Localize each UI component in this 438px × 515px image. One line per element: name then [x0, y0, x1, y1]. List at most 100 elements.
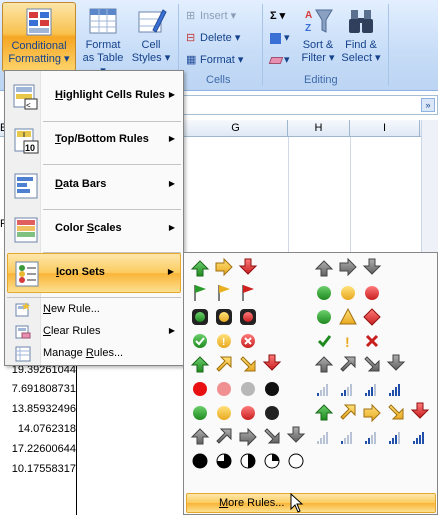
cell-value[interactable]: 7.691808731	[0, 381, 76, 398]
svg-text:!: !	[222, 337, 225, 348]
submenu-arrow-icon: ▶	[168, 90, 175, 99]
cf-label-2: Formatting ▾	[8, 53, 70, 65]
cell-value[interactable]: 17.22600644	[0, 441, 76, 458]
formula-bar[interactable]: »	[180, 95, 438, 115]
cell-value[interactable]: 13.85932496	[0, 401, 76, 418]
icon-set-3-arrows-gray[interactable]	[314, 257, 382, 277]
icon-set-5-arrows-gray[interactable]	[190, 426, 306, 447]
icon-sets-gallery: ! ! More Rules...	[183, 252, 438, 515]
format-as-table-button[interactable]: Format as Table ▾	[80, 2, 126, 77]
more-rules-button[interactable]: More Rules...	[186, 493, 436, 513]
fill-icon	[270, 32, 281, 44]
find-select-label-2: Select ▾	[341, 52, 381, 64]
menu-item-label: Color Scales	[55, 222, 122, 234]
cell-value[interactable]: 10.17558317	[0, 461, 76, 478]
insert-button[interactable]: ⊞ Insert ▾	[186, 7, 236, 25]
submenu-arrow-icon: ▶	[167, 267, 174, 276]
color-scales-icon	[13, 217, 39, 243]
fill-button[interactable]: ▾	[270, 29, 290, 47]
submenu-arrow-icon: ▶	[168, 223, 175, 232]
highlight-cells-icon: <	[13, 84, 39, 110]
column-header-g[interactable]: G	[184, 120, 288, 137]
icon-set-3-traffic-lights-unrimmed[interactable]	[317, 286, 379, 300]
column-header-i[interactable]: I	[350, 120, 420, 137]
sort-filter-label-2: Filter ▾	[301, 52, 335, 64]
cf-label-1: Conditional	[11, 40, 67, 52]
icon-sets-icon	[14, 261, 40, 287]
icon-set-3-symbols-circled[interactable]: !	[193, 334, 255, 348]
format-icon: ▦	[186, 54, 197, 66]
new-rule-icon	[15, 302, 31, 318]
menu-item-label: Icon Sets	[56, 266, 105, 278]
expand-formula-bar-icon[interactable]: »	[421, 98, 435, 112]
cs-label-1: Cell	[141, 39, 161, 51]
submenu-arrow-icon: ▶	[168, 134, 175, 143]
sort-filter-label-1: Sort &	[302, 39, 334, 51]
top-bottom-icon: 10	[13, 128, 39, 154]
svg-text:10: 10	[25, 143, 35, 153]
icon-set-4-arrows-colored[interactable]	[190, 354, 282, 373]
cells-group-label: Cells	[206, 74, 231, 86]
svg-text:Z: Z	[305, 23, 311, 34]
icon-set-3-signs[interactable]	[317, 307, 381, 326]
menu-item-clear-rules[interactable]: Clear Rules ▶	[7, 321, 181, 343]
cs-label-2: Styles ▾	[131, 52, 171, 64]
menu-separator	[43, 164, 181, 165]
menu-separator	[7, 297, 181, 298]
editing-group-label: Editing	[304, 74, 338, 86]
group-separator	[388, 4, 389, 86]
submenu-arrow-icon: ▶	[168, 326, 175, 335]
svg-text:!: !	[345, 334, 350, 350]
sort-filter-icon: AZ	[302, 6, 334, 36]
clear-button[interactable]: ▾	[268, 51, 290, 69]
icon-sets-grid: ! !	[190, 257, 430, 469]
cell-styles-button[interactable]: Cell Styles ▾	[128, 2, 174, 72]
conditional-formatting-button[interactable]: Conditional Formatting ▾	[2, 2, 76, 72]
menu-item-label: Manage Rules...	[43, 347, 124, 359]
fill-label: ▾	[284, 32, 290, 44]
more-rules-label: More Rules...	[219, 497, 285, 509]
group-separator	[262, 4, 263, 86]
icon-set-red-to-black[interactable]	[193, 382, 279, 396]
menu-item-data-bars[interactable]: Data Bars ▶	[7, 166, 181, 206]
format-as-table-icon	[87, 6, 119, 36]
menu-item-manage-rules[interactable]: Manage Rules...	[7, 343, 181, 365]
menu-item-color-scales[interactable]: Color Scales ▶	[7, 210, 181, 250]
menu-item-icon-sets[interactable]: Icon Sets ▶	[7, 253, 181, 293]
menu-item-highlight-cells-rules[interactable]: < Highlight Cells Rules ▶	[7, 77, 181, 117]
column-header-h[interactable]: H	[288, 120, 350, 137]
icon-set-4-arrows-gray[interactable]	[314, 354, 406, 373]
icon-set-3-flags[interactable]	[194, 285, 254, 301]
sort-filter-button[interactable]: AZ Sort & Filter ▾	[296, 2, 340, 72]
manage-rules-icon	[15, 346, 31, 362]
icon-set-5-arrows-colored[interactable]	[314, 402, 430, 423]
delete-button[interactable]: ⊟ Delete ▾	[186, 29, 240, 47]
icon-set-5-quarters[interactable]	[192, 453, 304, 469]
format-button[interactable]: ▦ Format ▾	[186, 51, 243, 69]
mouse-cursor-icon	[290, 493, 304, 513]
icon-set-4-ratings[interactable]	[317, 384, 400, 396]
menu-item-label: Clear Rules	[43, 325, 101, 337]
conditional-formatting-menu: < Highlight Cells Rules ▶ 10 Top/Bottom …	[4, 70, 184, 366]
find-select-label-1: Find &	[345, 39, 377, 51]
find-select-button[interactable]: Find & Select ▾	[338, 2, 384, 72]
menu-item-label: New Rule...	[43, 303, 100, 315]
icon-set-3-symbols-uncircled[interactable]: !	[317, 334, 379, 350]
delete-label: Delete ▾	[200, 32, 241, 44]
menu-item-top-bottom-rules[interactable]: 10 Top/Bottom Rules ▶	[7, 121, 181, 161]
submenu-arrow-icon: ▶	[168, 179, 175, 188]
icon-set-3-traffic-lights-rimmed[interactable]	[192, 309, 256, 325]
svg-text:A: A	[305, 10, 312, 21]
menu-item-new-rule[interactable]: New Rule...	[7, 299, 181, 321]
format-label: Format ▾	[200, 54, 244, 66]
autosum-button[interactable]: Σ ▾	[270, 7, 285, 25]
menu-item-label: Highlight Cells Rules	[55, 89, 166, 101]
menu-item-label: Data Bars	[55, 178, 107, 190]
icon-set-3-arrows-colored[interactable]	[190, 257, 258, 277]
icon-set-5-ratings[interactable]	[317, 432, 424, 444]
menu-item-label: Top/Bottom Rules	[55, 133, 149, 145]
icon-set-4-traffic-lights[interactable]	[193, 406, 279, 420]
data-bars-icon	[13, 173, 39, 199]
cell-value[interactable]: 14.0762318	[0, 421, 76, 438]
autosum-label: Σ ▾	[270, 10, 286, 22]
